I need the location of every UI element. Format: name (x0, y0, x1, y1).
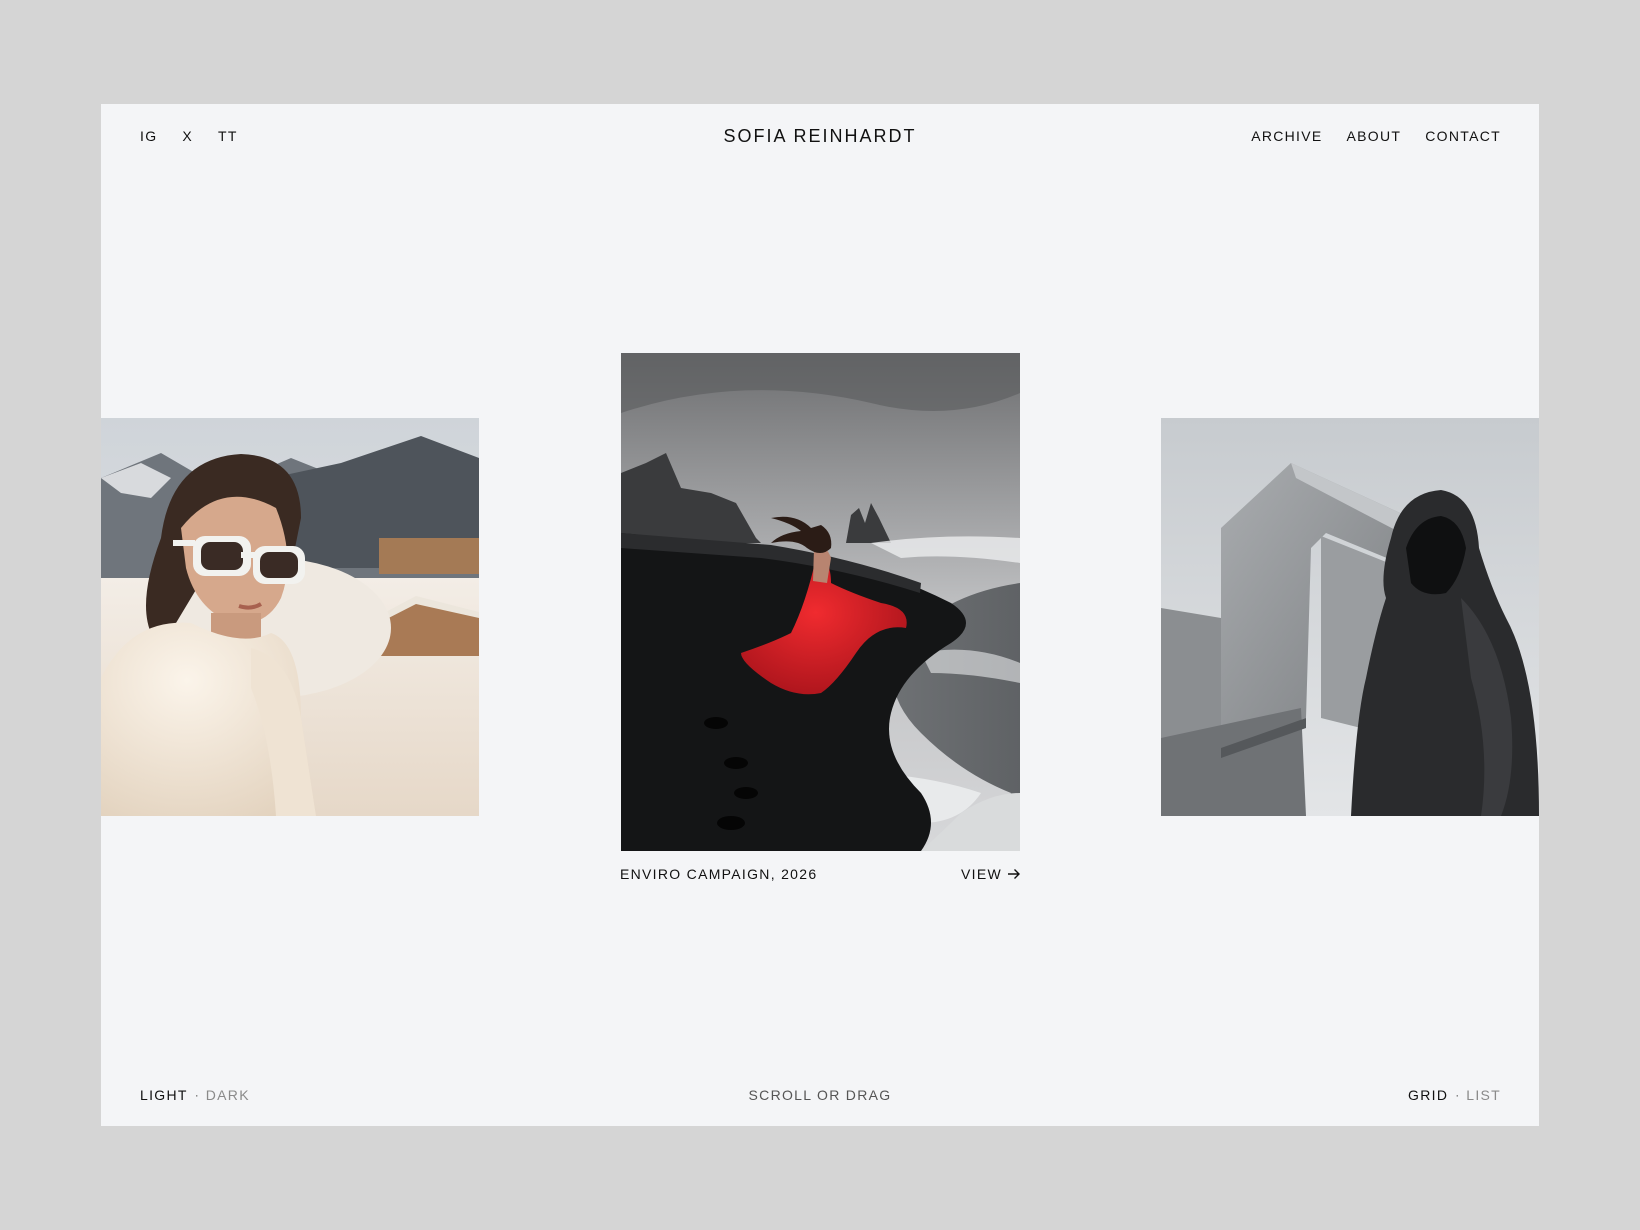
portfolio-frame: IG X TT SOFIA REINHARDT ARCHIVE ABOUT CO… (101, 104, 1539, 1126)
view-project-button[interactable]: VIEW (961, 866, 1021, 882)
gallery-photo-featured[interactable] (621, 353, 1020, 851)
scroll-hint: SCROLL OR DRAG (748, 1087, 892, 1103)
view-label: VIEW (961, 866, 1002, 882)
photo-hooded-figure (1161, 418, 1539, 816)
separator-dot: · (1455, 1088, 1460, 1102)
gallery-photo-left[interactable] (101, 418, 479, 816)
photo-snow-portrait (101, 418, 479, 816)
nav-about[interactable]: ABOUT (1347, 128, 1402, 144)
arrow-right-icon (1008, 869, 1020, 879)
gallery-photo-right[interactable] (1161, 418, 1539, 816)
featured-caption: ENVIRO CAMPAIGN, 2026 (620, 866, 818, 882)
nav-archive[interactable]: ARCHIVE (1251, 128, 1322, 144)
view-mode-toggle: GRID · LIST (1408, 1087, 1501, 1103)
view-grid-option[interactable]: GRID (1408, 1087, 1448, 1103)
main-nav: ARCHIVE ABOUT CONTACT (1251, 128, 1501, 144)
photo-red-dress-beach (621, 353, 1020, 851)
featured-caption-row: ENVIRO CAMPAIGN, 2026 VIEW (620, 866, 1021, 882)
view-list-option[interactable]: LIST (1466, 1087, 1501, 1103)
nav-contact[interactable]: CONTACT (1425, 128, 1501, 144)
